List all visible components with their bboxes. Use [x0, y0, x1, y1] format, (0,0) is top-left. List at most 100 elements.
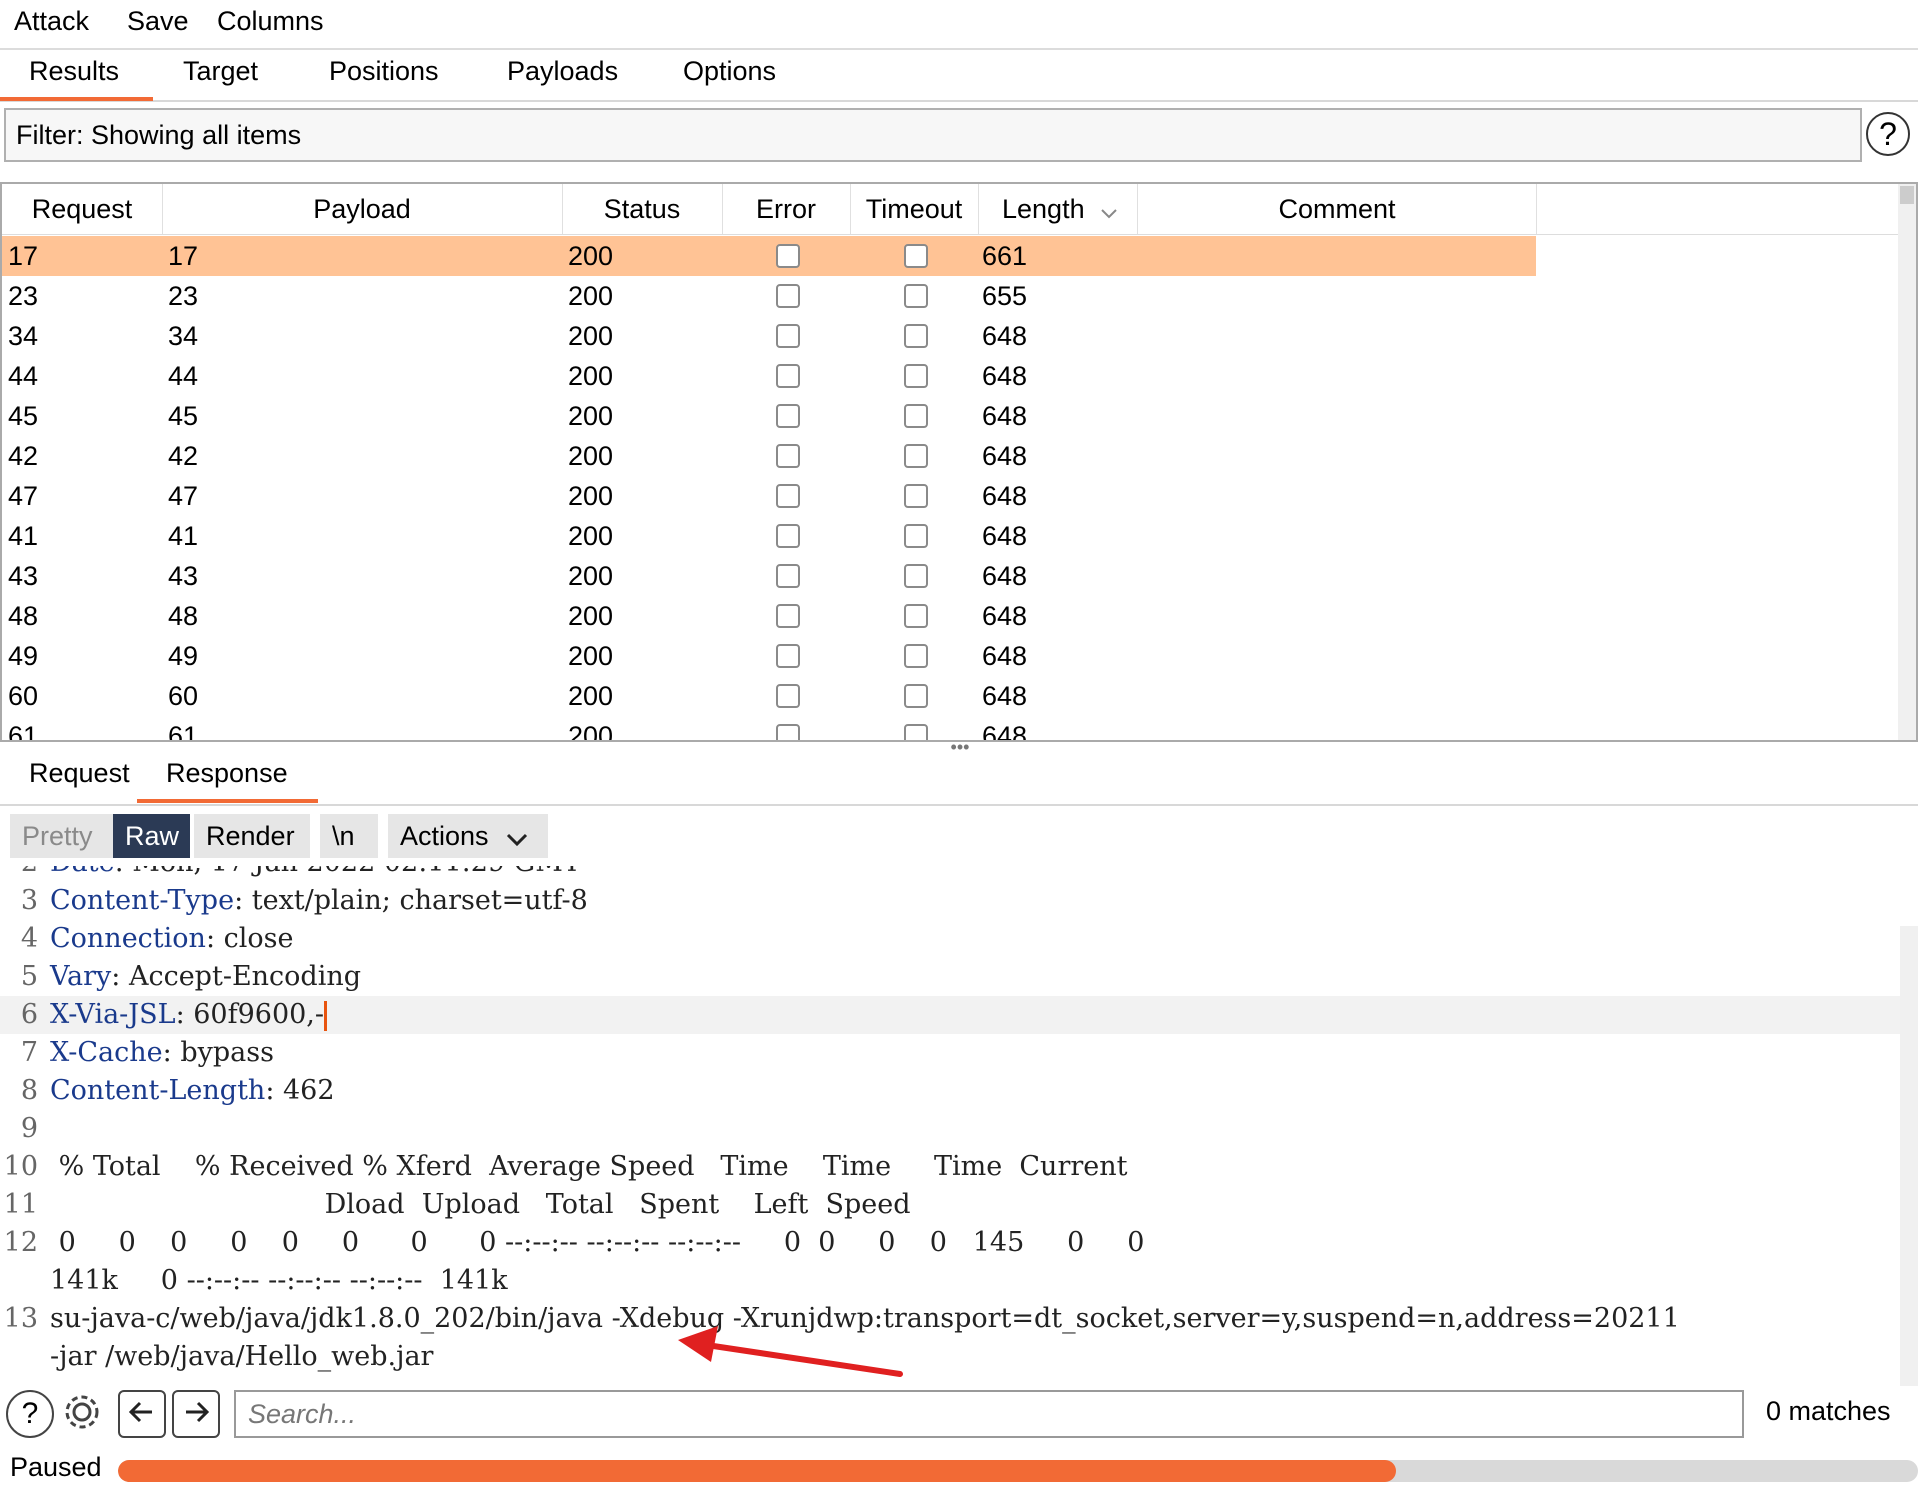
table-row[interactable]: 60 60 200 648 — [2, 676, 1536, 716]
table-row[interactable]: 49 49 200 648 — [2, 636, 1536, 676]
timeout-checkbox[interactable] — [904, 364, 928, 388]
table-row[interactable]: 43 43 200 648 — [2, 556, 1536, 596]
error-checkbox[interactable] — [776, 244, 800, 268]
table-scrollbar-thumb[interactable] — [1900, 186, 1914, 204]
column-status[interactable]: Status — [562, 184, 723, 234]
timeout-checkbox[interactable] — [904, 524, 928, 548]
tab-payloads[interactable]: Payloads — [507, 56, 618, 97]
menu-attack[interactable]: Attack — [14, 6, 89, 37]
timeout-checkbox[interactable] — [904, 564, 928, 588]
column-error[interactable]: Error — [722, 184, 851, 234]
error-checkbox[interactable] — [776, 444, 800, 468]
error-checkbox[interactable] — [776, 404, 800, 428]
column-payload[interactable]: Payload — [162, 184, 563, 234]
pretty-button[interactable]: Pretty — [10, 814, 113, 858]
table-row[interactable]: 34 34 200 648 — [2, 316, 1536, 356]
timeout-checkbox[interactable] — [904, 484, 928, 508]
tab-request[interactable]: Request — [29, 758, 130, 799]
actions-dropdown[interactable]: Actions — [388, 814, 548, 858]
timeout-checkbox[interactable] — [904, 444, 928, 468]
code-line: 4 Connection: close — [0, 920, 1900, 958]
next-match-arrow-icon[interactable] — [172, 1390, 220, 1438]
error-checkbox[interactable] — [776, 324, 800, 348]
table-row[interactable]: 23 23 200 655 — [2, 276, 1536, 316]
cell-status: 200 — [568, 521, 614, 551]
timeout-checkbox[interactable] — [904, 284, 928, 308]
pane-splitter[interactable]: ••• — [940, 738, 980, 756]
error-checkbox[interactable] — [776, 524, 800, 548]
previous-match-arrow-icon[interactable] — [118, 1390, 166, 1438]
column-length[interactable]: Length — [978, 184, 1138, 234]
error-checkbox[interactable] — [776, 364, 800, 388]
tab-target[interactable]: Target — [183, 56, 258, 97]
table-row[interactable]: 41 41 200 648 — [2, 516, 1536, 556]
menu-columns[interactable]: Columns — [217, 6, 324, 37]
viewer-tabs: Request Response — [0, 752, 1918, 806]
timeout-checkbox[interactable] — [904, 604, 928, 628]
cell-length: 648 — [982, 361, 1028, 391]
line-number: 4 — [20, 923, 38, 954]
header-value: 141k 0 --:--:-- --:--:-- --:--:-- 141k — [50, 1265, 508, 1296]
header-value: : text/plain; charset=utf-8 — [234, 885, 588, 916]
menu-save[interactable]: Save — [127, 6, 189, 37]
timeout-checkbox[interactable] — [904, 724, 928, 740]
table-row[interactable]: 17 17 200 661 — [2, 236, 1536, 276]
error-checkbox[interactable] — [776, 284, 800, 308]
cell-payload: 17 — [168, 241, 199, 271]
cell-status: 200 — [568, 401, 614, 431]
header-value: 0 0 0 0 0 0 0 0 --:--:-- --:--:-- --:--:… — [50, 1227, 1145, 1258]
help-icon[interactable]: ? — [1866, 112, 1910, 156]
tab-options[interactable]: Options — [683, 56, 776, 97]
sort-descending-icon — [1100, 186, 1118, 236]
gear-icon[interactable] — [58, 1390, 106, 1438]
header-name: X-Via-JSL — [50, 999, 176, 1030]
header-value: : 60f9600,- — [175, 999, 325, 1030]
editor-scrollbar[interactable] — [1900, 926, 1918, 1386]
tab-response[interactable]: Response — [137, 758, 318, 803]
timeout-checkbox[interactable] — [904, 324, 928, 348]
error-checkbox[interactable] — [776, 724, 800, 740]
header-name: Content-Type — [50, 885, 235, 916]
column-request[interactable]: Request — [2, 184, 163, 234]
error-checkbox[interactable] — [776, 644, 800, 668]
raw-button[interactable]: Raw — [113, 814, 190, 858]
render-button[interactable]: Render — [194, 814, 310, 858]
error-checkbox[interactable] — [776, 604, 800, 628]
column-length-label: Length — [1002, 194, 1085, 224]
search-input[interactable] — [234, 1390, 1744, 1438]
line-content: su-java-c/web/java/jdk1.8.0_202/bin/java… — [50, 1300, 1680, 1338]
table-row[interactable]: 42 42 200 648 — [2, 436, 1536, 476]
timeout-checkbox[interactable] — [904, 244, 928, 268]
line-number: 12 — [3, 1227, 38, 1258]
line-number: 2 — [0, 866, 38, 882]
error-checkbox[interactable] — [776, 684, 800, 708]
tab-results[interactable]: Results — [0, 56, 154, 101]
timeout-checkbox[interactable] — [904, 644, 928, 668]
viewer-toolbar: Pretty Raw Render \n Actions — [0, 810, 1918, 866]
table-row[interactable]: 45 45 200 648 — [2, 396, 1536, 436]
error-checkbox[interactable] — [776, 564, 800, 588]
table-row[interactable]: 48 48 200 648 — [2, 596, 1536, 636]
table-row[interactable]: 61 61 200 648 — [2, 716, 1536, 740]
help-icon[interactable]: ? — [6, 1390, 54, 1438]
line-content: Connection: close — [50, 920, 293, 958]
filter-bar[interactable]: Filter: Showing all items — [4, 108, 1862, 162]
column-comment[interactable]: Comment — [1138, 184, 1537, 234]
newline-toggle-button[interactable]: \n — [320, 814, 378, 858]
cell-status: 200 — [568, 361, 614, 391]
timeout-checkbox[interactable] — [904, 684, 928, 708]
response-editor[interactable]: 2 Date: Mon, 17 Jan 2022 02:11:29 GMT 3 Con… — [0, 866, 1918, 1386]
cell-request: 41 — [8, 521, 39, 551]
column-timeout[interactable]: Timeout — [850, 184, 979, 234]
tab-positions[interactable]: Positions — [329, 56, 439, 97]
error-checkbox[interactable] — [776, 484, 800, 508]
timeout-checkbox[interactable] — [904, 404, 928, 428]
line-content: Dload Upload Total Spent Left Speed — [50, 1186, 911, 1224]
cell-request: 49 — [8, 641, 39, 671]
table-scrollbar[interactable] — [1898, 184, 1916, 740]
cell-status: 200 — [568, 641, 614, 671]
line-content: % Total % Received % Xferd Average Speed… — [50, 1148, 1128, 1186]
table-row[interactable]: 47 47 200 648 — [2, 476, 1536, 516]
header-name: Vary — [50, 961, 112, 992]
table-row[interactable]: 44 44 200 648 — [2, 356, 1536, 396]
